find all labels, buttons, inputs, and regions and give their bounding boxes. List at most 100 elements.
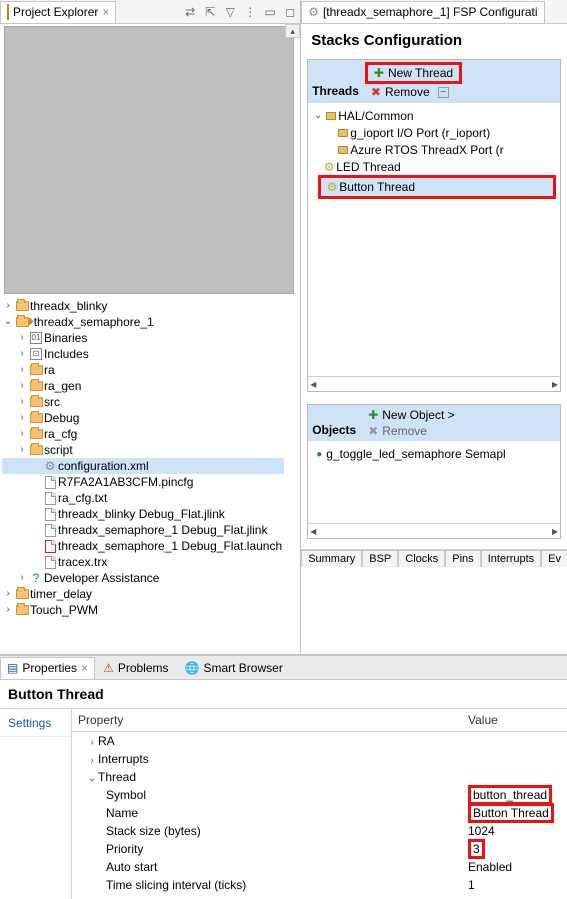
object-item[interactable]: ● g_toggle_led_semaphore Semapl <box>312 445 556 463</box>
prop-row-priority[interactable]: Priority3 <box>72 840 567 858</box>
view-menu-icon[interactable]: ⋮ <box>243 5 257 19</box>
tree-label[interactable]: threadx_semaphore_1 <box>34 314 154 330</box>
expand-icon[interactable]: › <box>16 394 28 410</box>
tree-label[interactable]: Binaries <box>44 330 87 346</box>
remove-thread-button[interactable]: ✖ Remove − <box>365 84 455 100</box>
tree-label[interactable]: src <box>44 394 60 410</box>
prop-row-thread[interactable]: ⌄Thread <box>72 768 567 786</box>
tab-clocks[interactable]: Clocks <box>398 550 445 567</box>
filter-icon[interactable]: ▽ <box>223 5 237 19</box>
expand-icon[interactable]: › <box>16 442 28 458</box>
expand-icon[interactable]: › <box>16 410 28 426</box>
scroll-right-icon[interactable]: ▸ <box>552 524 558 538</box>
tree-label[interactable]: Azure RTOS ThreadX Port (r <box>350 143 503 157</box>
new-object-button[interactable]: ✚ New Object > <box>362 407 460 423</box>
collapse-icon[interactable]: ⌄ <box>312 110 324 121</box>
maximize-icon[interactable]: ◻ <box>283 5 297 19</box>
prop-row-name[interactable]: NameButton Thread <box>72 804 567 822</box>
prop-row-auto[interactable]: Auto startEnabled <box>72 858 567 876</box>
objects-list[interactable]: ● g_toggle_led_semaphore Semapl <box>308 441 560 523</box>
properties-table[interactable]: Property Value ›RA ›Interrupts ⌄Thread S… <box>72 709 567 899</box>
prop-row-symbol[interactable]: Symbolbutton_thread <box>72 786 567 804</box>
tree-label[interactable]: threadx_blinky Debug_Flat.jlink <box>58 506 225 522</box>
scroll-up-icon[interactable]: ▴ <box>285 24 300 38</box>
tree-label[interactable]: ra_cfg <box>44 426 77 442</box>
tree-label[interactable]: ra <box>44 362 55 378</box>
tree-label[interactable]: LED Thread <box>336 160 400 174</box>
expand-icon[interactable]: › <box>16 378 28 394</box>
tree-label[interactable]: Developer Assistance <box>44 570 159 586</box>
tree-label[interactable]: Includes <box>44 346 89 362</box>
collapse-icon[interactable]: ⌄ <box>2 314 14 330</box>
project-tree[interactable]: ›threadx_blinky ⌄◆threadx_semaphore_1 ›0… <box>0 298 284 654</box>
collapse-icon[interactable]: ⌄ <box>86 773 98 784</box>
tree-label[interactable]: threadx_semaphore_1 Debug_Flat.launch <box>58 538 282 554</box>
objects-hscrollbar[interactable]: ◂▸ <box>308 523 560 538</box>
tree-label[interactable]: Debug <box>44 410 79 426</box>
val-name[interactable]: Button Thread <box>468 803 554 823</box>
folder-icon <box>28 426 44 442</box>
tab-project-explorer[interactable]: Project Explorer × <box>0 1 116 23</box>
tree-label[interactable]: ra_cfg.txt <box>58 490 107 506</box>
threads-tree[interactable]: ⌄ HAL/Common g_ioport I/O Port (r_ioport)… <box>308 102 560 376</box>
val-stack[interactable]: 1024 <box>468 824 495 838</box>
minimize-icon[interactable]: ▭ <box>263 5 277 19</box>
collapse-icon[interactable]: − <box>438 87 449 98</box>
close-icon[interactable]: × <box>81 661 88 675</box>
expand-icon[interactable]: › <box>16 570 28 586</box>
prop-row-ra[interactable]: ›RA <box>72 732 567 750</box>
expand-icon[interactable]: › <box>16 330 28 346</box>
gear-icon: ⚙ <box>308 5 319 19</box>
tab-bsp[interactable]: BSP <box>362 550 398 567</box>
tree-label[interactable]: HAL/Common <box>338 109 413 123</box>
side-tab-settings[interactable]: Settings <box>0 709 71 737</box>
prop-row-interrupts[interactable]: ›Interrupts <box>72 750 567 768</box>
tree-label[interactable]: R7FA2A1AB3CFM.pincfg <box>58 474 193 490</box>
close-icon[interactable]: × <box>102 5 109 19</box>
val-symbol[interactable]: button_thread <box>468 785 552 805</box>
tree-label[interactable]: Touch_PWM <box>30 602 98 618</box>
tab-problems[interactable]: ⚠ Problems <box>95 661 176 675</box>
tree-label[interactable]: timer_delay <box>30 586 92 602</box>
tab-fsp-config[interactable]: ⚙ [threadx_semaphore_1] FSP Configurati <box>301 1 544 23</box>
prop-row-slice[interactable]: Time slicing interval (ticks)1 <box>72 876 567 894</box>
tree-label[interactable]: threadx_blinky <box>30 298 107 314</box>
new-thread-button[interactable]: ✚ New Thread <box>365 62 462 84</box>
expand-icon[interactable]: › <box>86 737 98 748</box>
scroll-left-icon[interactable]: ◂ <box>310 524 316 538</box>
threads-title: Threads <box>312 84 359 100</box>
explorer-scrollbar[interactable]: ▴ <box>285 24 300 654</box>
val-slice[interactable]: 1 <box>468 878 475 892</box>
tree-label[interactable]: g_ioport I/O Port (r_ioport) <box>350 126 490 140</box>
link-with-editor-icon[interactable]: ⇄ <box>183 5 197 19</box>
collapse-all-icon[interactable]: ⇱ <box>203 5 217 19</box>
tree-item-configuration[interactable]: ⚙configuration.xml <box>2 458 284 474</box>
val-priority[interactable]: 3 <box>468 839 485 859</box>
tab-properties[interactable]: ▤ Properties × <box>0 657 95 679</box>
val-auto[interactable]: Enabled <box>468 860 512 874</box>
expand-icon[interactable]: › <box>16 346 28 362</box>
scroll-left-icon[interactable]: ◂ <box>310 377 316 391</box>
remove-object-button[interactable]: ✖ Remove <box>362 423 433 439</box>
thread-button-thread[interactable]: ⚙ Button Thread <box>318 175 556 199</box>
expand-icon[interactable]: › <box>2 586 14 602</box>
expand-icon[interactable]: › <box>86 755 98 766</box>
expand-icon[interactable]: › <box>16 426 28 442</box>
tree-label[interactable]: tracex.trx <box>58 554 107 570</box>
expand-icon[interactable]: › <box>2 298 14 314</box>
prop-row-stack[interactable]: Stack size (bytes)1024 <box>72 822 567 840</box>
tab-interrupts[interactable]: Interrupts <box>481 550 541 567</box>
expand-icon[interactable]: › <box>16 362 28 378</box>
tree-label[interactable]: threadx_semaphore_1 Debug_Flat.jlink <box>58 522 267 538</box>
tab-summary[interactable]: Summary <box>301 550 362 567</box>
scroll-right-icon[interactable]: ▸ <box>552 377 558 391</box>
thread-icon: ⚙ <box>325 180 339 194</box>
tab-smart-browser[interactable]: 🌐 Smart Browser <box>177 661 291 675</box>
expand-icon[interactable]: › <box>2 602 14 618</box>
tree-label[interactable]: script <box>44 442 73 458</box>
tree-label[interactable]: ra_gen <box>44 378 81 394</box>
tab-events[interactable]: Ev <box>541 550 567 567</box>
button-label: New Object > <box>382 408 454 422</box>
threads-hscrollbar[interactable]: ◂▸ <box>308 376 560 391</box>
tab-pins[interactable]: Pins <box>445 550 480 567</box>
